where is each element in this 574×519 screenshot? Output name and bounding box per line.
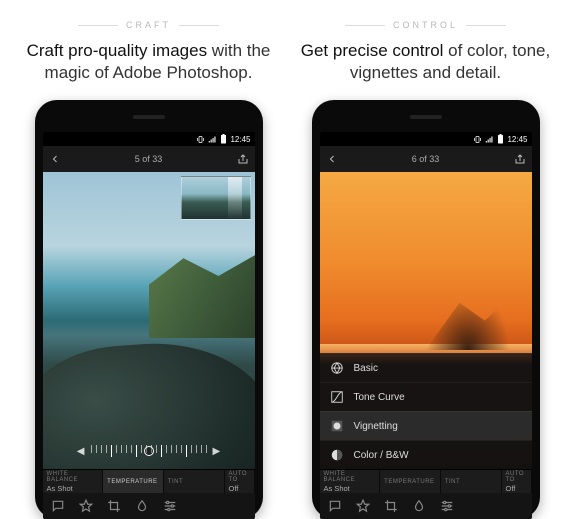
bottom-toolbar [320,493,532,519]
slider-arrow-right-icon: ▶ [207,446,227,457]
back-icon[interactable] [49,153,61,165]
param-temperature[interactable]: TEMPERATURE [380,470,441,493]
star-icon[interactable] [79,499,93,513]
tool-basic[interactable]: Basic [320,353,532,382]
param-bar: WHITE BALANCE As Shot TEMPERATURE TINT A… [43,469,255,493]
eyebrow: CONTROL [345,20,506,30]
status-time: 12:45 [507,135,527,144]
comment-icon[interactable] [51,499,65,513]
signal-icon [485,135,494,144]
back-icon[interactable] [326,153,338,165]
bottom-toolbar [43,493,255,519]
battery-icon [497,134,504,144]
curve-icon [330,390,344,404]
tool-panel: Basic Tone Curve Vignetting [320,353,532,469]
photo-viewport[interactable]: ◀ ▶ [43,172,255,469]
param-temperature[interactable]: TEMPERATURE [103,470,164,493]
param-bar: WHITE BALANCE As Shot TEMPERATURE TINT A… [320,469,532,493]
app-bar: 6 of 33 [320,146,532,172]
drop-icon[interactable] [135,499,149,513]
drop-icon[interactable] [412,499,426,513]
param-white-balance[interactable]: WHITE BALANCE As Shot [43,470,104,493]
tool-vignetting[interactable]: Vignetting [320,411,532,440]
eyebrow: CRAFT [78,20,219,30]
headline: Get precise control of color, tone, vign… [291,40,561,84]
param-auto[interactable]: AUTO TO Off [502,470,532,493]
battery-icon [220,134,227,144]
tool-color-bw[interactable]: Color / B&W [320,440,532,469]
app-bar: 5 of 33 [43,146,255,172]
color-bw-icon [330,448,344,462]
param-tint[interactable]: TINT [441,470,502,493]
vignette-icon [330,419,344,433]
share-icon[interactable] [514,153,526,165]
vibrate-icon [196,135,205,144]
param-auto[interactable]: AUTO TO Off [225,470,255,493]
phone-screen: 12:45 6 of 33 Basic [320,132,532,519]
vibrate-icon [473,135,482,144]
share-icon[interactable] [237,153,249,165]
promo-panel-control: CONTROL Get precise control of color, to… [291,20,561,519]
adjustment-slider[interactable]: ◀ ▶ [43,441,255,461]
param-tint[interactable]: TINT [164,470,225,493]
promo-panel-craft: CRAFT Craft pro-quality images with the … [14,20,284,519]
headline: Craft pro-quality images with the magic … [14,40,284,84]
slider-handle[interactable] [144,446,154,456]
status-bar: 12:45 [43,132,255,146]
crop-icon[interactable] [107,499,121,513]
photo-counter: 5 of 33 [61,154,237,164]
sliders-icon[interactable] [163,499,177,513]
phone-frame: 12:45 6 of 33 Basic [312,100,540,519]
status-time: 12:45 [230,135,250,144]
crop-icon[interactable] [384,499,398,513]
photo-viewport[interactable]: Basic Tone Curve Vignetting [320,172,532,469]
comment-icon[interactable] [328,499,342,513]
star-icon[interactable] [356,499,370,513]
eyebrow-text: CONTROL [393,20,458,30]
phone-frame: 12:45 5 of 33 ◀ [35,100,263,519]
param-white-balance[interactable]: WHITE BALANCE As Shot [320,470,381,493]
photo-counter: 6 of 33 [338,154,514,164]
eyebrow-text: CRAFT [126,20,171,30]
signal-icon [208,135,217,144]
status-bar: 12:45 [320,132,532,146]
sliders-icon[interactable] [440,499,454,513]
phone-screen: 12:45 5 of 33 ◀ [43,132,255,519]
aperture-icon [330,361,344,375]
slider-arrow-left-icon: ◀ [71,446,91,457]
tool-tone-curve[interactable]: Tone Curve [320,382,532,411]
before-after-overlay[interactable] [181,176,251,220]
